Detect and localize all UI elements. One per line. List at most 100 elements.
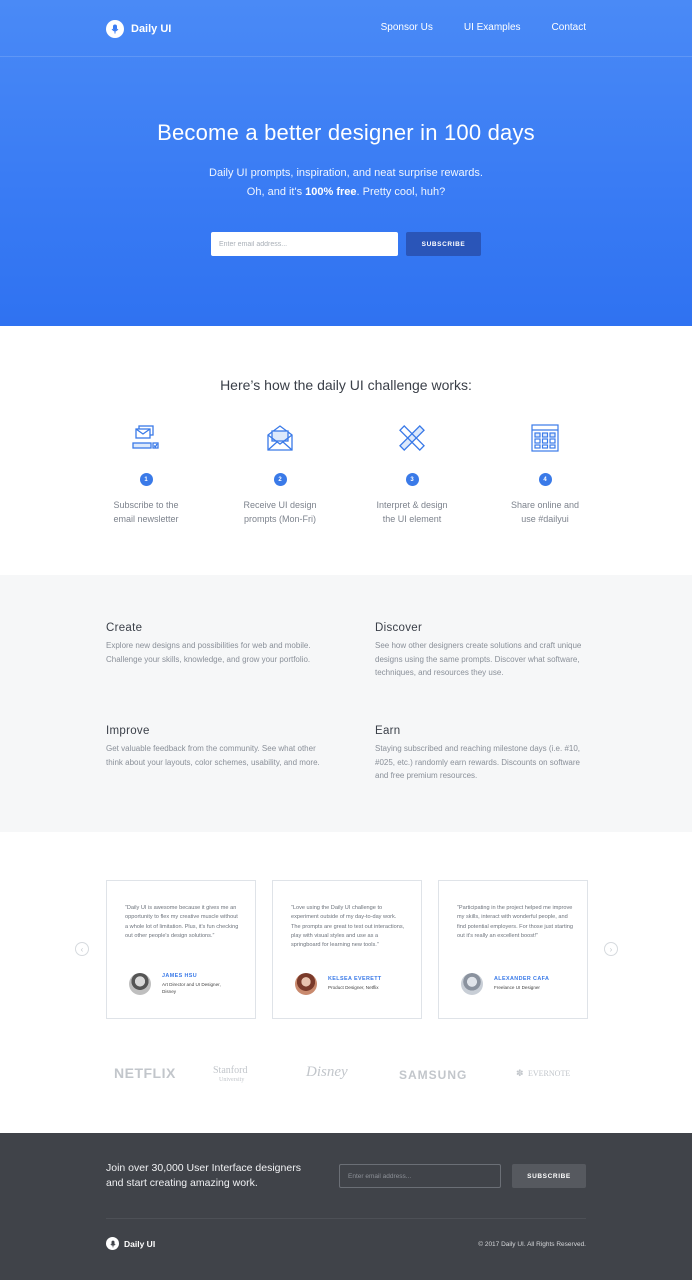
carousel-prev-button[interactable]: ‹ — [75, 942, 89, 956]
feature-create: Create Explore new designs and possibili… — [106, 622, 321, 666]
footer-cta-line1: Join over 30,000 User Interface designer… — [106, 1162, 301, 1174]
author-role: Freelance UI Designer — [494, 985, 540, 991]
author-name: KELSEA EVERETT — [328, 976, 382, 983]
step-label-2: Receive UI design prompts (Mon-Fri) — [225, 499, 335, 526]
author-role: Art Director and UI Designer, Disney — [162, 982, 221, 994]
author-meta: JAMES HSU Art Director and UI Designer, … — [162, 973, 222, 995]
testimonial-author: KELSEA EVERETT Product Designer, Netflix — [295, 973, 388, 995]
nav-link-ui-examples[interactable]: UI Examples — [464, 22, 521, 33]
author-name: JAMES HSU — [162, 973, 198, 980]
feature-text: Explore new designs and possibilities fo… — [106, 641, 311, 664]
features-section: Create Explore new designs and possibili… — [0, 575, 692, 832]
footer-brand-name: Daily UI — [124, 1238, 156, 1249]
step-number-3: 3 — [405, 473, 419, 486]
step-3-line2: the UI element — [382, 513, 442, 524]
feature-title: Improve — [106, 725, 150, 737]
daily-ui-logo-icon — [106, 20, 124, 38]
open-envelope-icon — [225, 420, 335, 456]
feature-title: Earn — [375, 725, 401, 737]
step-1-line2: email newsletter — [113, 513, 179, 524]
step-4: 4 Share online and use #dailyui — [490, 420, 600, 526]
footer-cta-line2: and start creating amazing work. — [106, 1177, 258, 1189]
author-name: ALEXANDER CAFA — [494, 976, 550, 983]
step-label-1: Subscribe to the email newsletter — [91, 499, 201, 526]
feature-title: Discover — [375, 622, 423, 634]
stanford-logo-subtext: University — [219, 1077, 245, 1083]
stanford-logo: Stanford — [213, 1065, 248, 1076]
hero-subtitle: Daily UI prompts, inspiration, and neat … — [0, 164, 692, 202]
hero-subscribe-button[interactable]: SUBSCRIBE — [406, 232, 481, 256]
newsletter-icon — [91, 420, 201, 456]
step-number-4: 4 — [538, 473, 552, 486]
footer-brand-logo[interactable]: Daily UI — [106, 1237, 155, 1250]
nav-links: Sponsor Us UI Examples Contact — [381, 22, 586, 33]
author-meta: ALEXANDER CAFA Freelance UI Designer — [494, 976, 554, 991]
testimonial-quote: “Participating in the project helped me … — [457, 905, 573, 939]
footer-subscribe-button[interactable]: SUBSCRIBE — [512, 1164, 586, 1188]
footer-cta: Join over 30,000 User Interface designer… — [106, 1161, 301, 1191]
feature-title: Create — [106, 622, 143, 634]
avatar — [295, 973, 317, 995]
author-role: Product Designer, Netflix — [328, 985, 379, 991]
pencil-ruler-icon — [357, 420, 467, 456]
testimonial-card: “Love using the Daily UI challenge to ex… — [272, 880, 422, 1019]
footer: Join over 30,000 User Interface designer… — [0, 1133, 692, 1280]
subtitle-bold: 100% free — [305, 186, 357, 198]
footer-divider — [106, 1218, 586, 1219]
grid-layout-icon — [490, 420, 600, 456]
feature-discover: Discover See how other designers create … — [375, 622, 590, 680]
testimonial-card: “Participating in the project helped me … — [438, 880, 588, 1019]
step-1: 1 Subscribe to the email newsletter — [91, 420, 201, 526]
feature-improve: Improve Get valuable feedback from the c… — [106, 725, 321, 769]
chevron-left-icon: ‹ — [80, 944, 84, 954]
subtitle-suffix: . Pretty cool, huh? — [356, 186, 446, 198]
step-4-line1: Share online and — [510, 500, 580, 510]
step-label-4: Share online and use #dailyui — [490, 499, 600, 526]
netflix-logo: NETFLIX — [114, 1065, 176, 1081]
copyright-text: © 2017 Daily UI. All Rights Reserved. — [478, 1241, 586, 1248]
hero-email-input[interactable] — [211, 232, 398, 256]
evernote-logo: EVERNOTE — [528, 1069, 571, 1078]
avatar — [461, 973, 483, 995]
how-it-works-title: Here’s how the daily UI challenge works: — [220, 377, 472, 393]
evernote-logo-icon: ✽ — [516, 1068, 524, 1078]
avatar — [129, 973, 151, 995]
step-2: 2 Receive UI design prompts (Mon-Fri) — [225, 420, 335, 526]
feature-earn: Earn Staying subscribed and reaching mil… — [375, 725, 590, 783]
step-number-2: 2 — [273, 473, 287, 486]
nav-link-contact[interactable]: Contact — [552, 22, 586, 33]
testimonial-quote: “Love using the Daily UI challenge to ex… — [291, 905, 405, 949]
step-2-line1: Receive UI design — [243, 500, 317, 510]
chevron-right-icon: › — [609, 944, 613, 954]
top-nav: Daily UI Sponsor Us UI Examples Contact — [0, 0, 692, 57]
step-4-line2: use #dailyui — [521, 513, 569, 524]
hero-title: Become a better designer in 100 days — [157, 120, 535, 145]
samsung-logo: SAMSUNG — [399, 1068, 468, 1082]
testimonial-quote: “Daily UI is awesome because it gives me… — [125, 905, 239, 939]
author-meta: KELSEA EVERETT Product Designer, Netflix — [328, 976, 388, 991]
brand-name: Daily UI — [131, 23, 172, 35]
daily-ui-logo-icon — [106, 1237, 119, 1250]
feature-text: See how other designers create solutions… — [375, 641, 582, 677]
hero-section: Daily UI Sponsor Us UI Examples Contact … — [0, 0, 692, 326]
testimonial-card: “Daily UI is awesome because it gives me… — [106, 880, 256, 1019]
feature-text: Staying subscribed and reaching mileston… — [375, 744, 581, 780]
feature-text: Get valuable feedback from the community… — [106, 744, 320, 767]
nav-link-sponsor-us[interactable]: Sponsor Us — [381, 22, 433, 33]
hero-signup-form: SUBSCRIBE — [211, 232, 481, 256]
subtitle-prefix: Oh, and it's — [246, 186, 306, 198]
testimonial-author: JAMES HSU Art Director and UI Designer, … — [129, 973, 222, 995]
footer-email-input[interactable] — [339, 1164, 501, 1188]
testimonial-author: ALEXANDER CAFA Freelance UI Designer — [461, 973, 554, 995]
step-3: 3 Interpret & design the UI element — [357, 420, 467, 526]
hero-subtitle-line2: Oh, and it's 100% free. Pretty cool, huh… — [0, 183, 692, 202]
disney-logo: Disney — [306, 1064, 348, 1080]
hero-subtitle-line1: Daily UI prompts, inspiration, and neat … — [209, 167, 483, 179]
step-number-1: 1 — [139, 473, 153, 486]
step-label-3: Interpret & design the UI element — [357, 499, 467, 526]
step-2-line2: prompts (Mon-Fri) — [243, 513, 316, 524]
carousel-next-button[interactable]: › — [604, 942, 618, 956]
step-1-line1: Subscribe to the — [113, 500, 179, 510]
brand-logo[interactable]: Daily UI — [106, 19, 171, 39]
step-3-line1: Interpret & design — [376, 500, 448, 510]
